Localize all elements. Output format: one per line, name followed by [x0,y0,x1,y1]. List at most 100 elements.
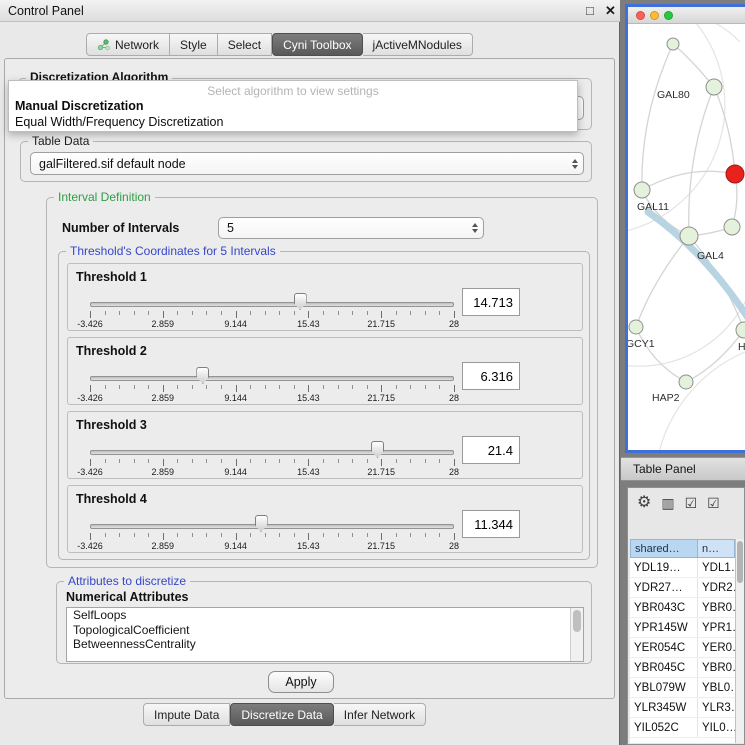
float-window-icon[interactable]: □ [586,3,594,18]
network-node[interactable] [634,182,650,198]
threshold-label: Threshold 4 [76,492,147,506]
tick-mark [236,459,237,466]
table-row[interactable]: YDL19…YDL1… [630,558,735,578]
table-scrollbar[interactable] [735,539,744,743]
scrollbar-thumb[interactable] [737,541,743,583]
tick-mark [294,533,295,537]
slider-thumb[interactable] [371,441,384,458]
column-header[interactable]: n… [698,539,735,558]
slider-thumb[interactable] [294,293,307,310]
network-node-selected[interactable] [726,165,744,183]
select-columns-icon[interactable]: ☑ [707,496,720,510]
table-row[interactable]: YPR145WYPR1… [630,618,735,638]
tab-select[interactable]: Select [218,33,272,56]
table-row[interactable]: YBR045CYBR0… [630,658,735,678]
network-node[interactable] [724,219,740,235]
tick-mark [177,311,178,315]
table-row[interactable]: YDR27…YDR2… [630,578,735,598]
tab-network[interactable]: Network [86,33,170,56]
tab-infer-network[interactable]: Infer Network [334,703,426,726]
columns-icon[interactable]: ▥ [661,496,674,510]
apply-button[interactable]: Apply [268,671,334,693]
tab-impute-data[interactable]: Impute Data [143,703,230,726]
threshold-value-field[interactable]: 11.344 [462,510,520,538]
mac-minimize-icon[interactable] [650,11,659,20]
select-all-columns-icon[interactable]: ☑ [685,496,698,510]
tick-mark [425,311,426,315]
algorithm-option[interactable]: Manual Discretization [9,98,577,114]
tick-mark [410,459,411,463]
network-node[interactable] [667,38,679,50]
tick-mark [279,459,280,463]
network-node[interactable] [706,79,722,95]
scrollbar-thumb[interactable] [573,610,581,632]
tab-jactivemnodules[interactable]: jActiveMNodules [363,33,473,56]
slider-track[interactable] [90,376,454,381]
network-node-label: H [738,341,745,353]
slider-track[interactable] [90,302,454,307]
network-node[interactable] [629,320,643,334]
table-panel-header[interactable]: Table Panel [621,457,745,481]
tab-cyni-toolbox[interactable]: Cyni Toolbox [272,33,362,56]
gear-icon[interactable]: ⚙ [637,495,651,511]
slider-track[interactable] [90,450,454,455]
table-column-headers: shared… n… [630,539,735,558]
tick-label: 2.859 [141,467,185,477]
slider-thumb[interactable] [255,515,268,532]
network-node-label: GAL80 [657,89,690,101]
network-view-window: GAL80GAL11GAL4GCY1HAP2H [625,4,745,453]
tick-mark [410,385,411,389]
threshold-value-field[interactable]: 6.316 [462,362,520,390]
threshold-label: Threshold 2 [76,344,147,358]
attribute-item[interactable]: SelfLoops [67,608,583,623]
tick-label: 9.144 [214,319,258,329]
network-node-label: HAP2 [652,392,680,404]
table-row[interactable]: YBR043CYBR0… [630,598,735,618]
tick-mark [367,311,368,315]
network-edge[interactable] [642,171,735,190]
attribute-item[interactable]: TopologicalCoefficient [67,623,583,638]
numerical-attributes-list[interactable]: SelfLoopsTopologicalCoefficientBetweenne… [66,607,584,662]
tick-mark [134,459,135,463]
attribute-item[interactable]: BetweennessCentrality [67,637,583,652]
tab-style[interactable]: Style [170,33,218,56]
threshold-value-field[interactable]: 21.4 [462,436,520,464]
table-row[interactable]: YER054CYER0… [630,638,735,658]
table-row[interactable]: YIL052CYIL0… [630,718,735,738]
close-icon[interactable]: ✕ [605,3,616,19]
tick-mark [454,459,455,466]
network-edge[interactable] [636,236,689,327]
tick-mark [105,533,106,537]
network-node[interactable] [679,375,693,389]
network-edge[interactable] [673,44,714,87]
algorithm-option[interactable]: Equal Width/Frequency Discretization [9,114,577,130]
network-node[interactable] [736,322,745,338]
tab-discretize-data[interactable]: Discretize Data [230,703,333,726]
network-node[interactable] [680,227,698,245]
network-edge[interactable] [689,87,714,236]
network-edge[interactable] [636,327,686,382]
tick-mark [265,533,266,537]
table-data-group-label: Table Data [28,134,93,148]
number-of-intervals-select[interactable]: 5 [218,217,484,239]
slider-track[interactable] [90,524,454,529]
tick-label: -3.426 [68,467,112,477]
threshold-value-field[interactable]: 14.713 [462,288,520,316]
table-cell: YPR1… [698,618,735,637]
network-canvas[interactable]: GAL80GAL11GAL4GCY1HAP2H [628,24,745,450]
tick-label: 15.43 [286,393,330,403]
list-scrollbar[interactable] [570,608,583,661]
network-edge[interactable] [642,44,673,190]
column-header[interactable]: shared… [630,539,698,558]
tick-label: 21.715 [359,467,403,477]
slider-thumb[interactable] [196,367,209,384]
mac-close-icon[interactable] [636,11,645,20]
mac-zoom-icon[interactable] [664,11,673,20]
table-data-select[interactable]: galFiltered.sif default node [30,152,584,175]
tick-mark [308,533,309,540]
tick-mark [250,533,251,537]
table-row[interactable]: YLR345WYLR3… [630,698,735,718]
table-cell: YBL079W [630,678,698,697]
tick-mark [236,311,237,318]
table-row[interactable]: YBL079WYBL0… [630,678,735,698]
